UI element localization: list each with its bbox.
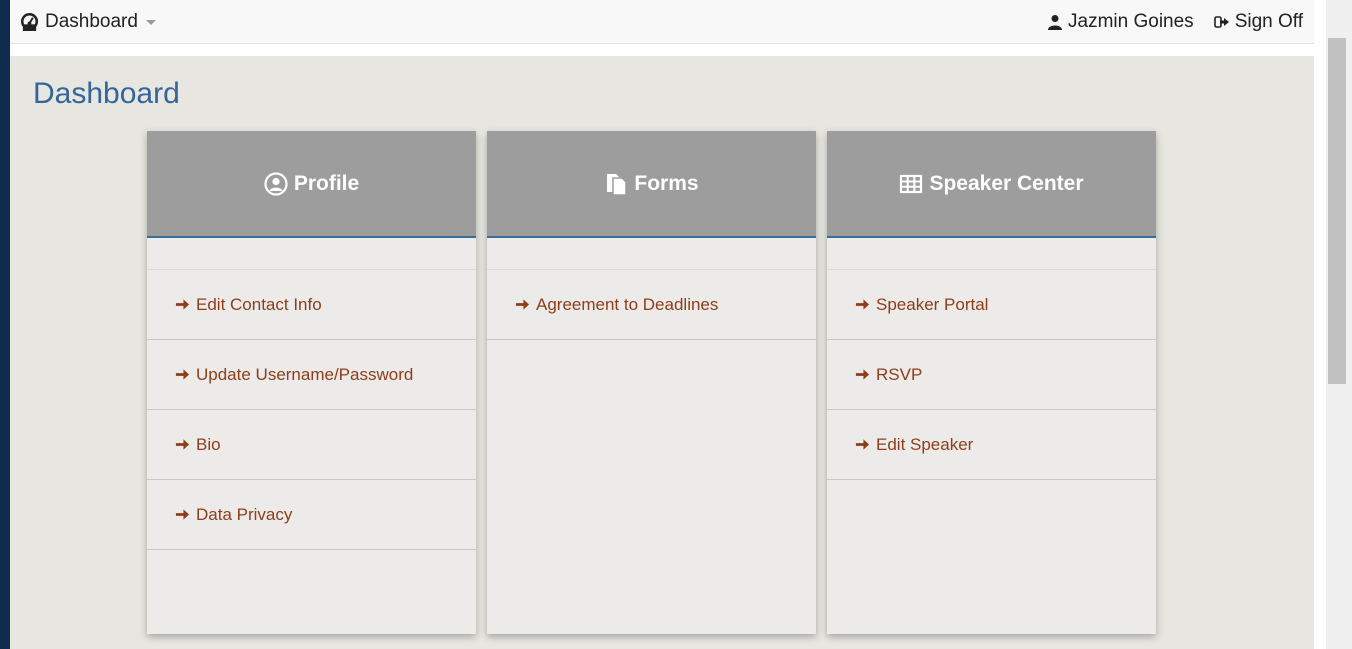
forms-card: Forms Agreement to Deadlines [487,131,816,634]
list-item-label: Agreement to Deadlines [536,294,719,314]
arrow-right-icon [175,299,190,310]
dashboard-gauge-icon [20,12,39,31]
forms-card-header: Forms [487,131,816,238]
profile-card-title: Profile [293,171,360,195]
bio-link[interactable]: Bio [147,410,476,480]
scrollbar-thumb[interactable] [1328,38,1346,384]
user-profile-link[interactable]: Jazmin Goines [1047,11,1194,33]
agreement-to-deadlines-link[interactable]: Agreement to Deadlines [487,270,816,340]
speaker-center-card-header: Speaker Center [827,131,1156,238]
speaker-portal-link[interactable]: Speaker Portal [827,270,1156,340]
list-item-label: Bio [196,434,221,454]
sign-off-link[interactable]: Sign Off [1213,10,1303,33]
list-item-label: Edit Contact Info [196,294,322,314]
edit-contact-info-link[interactable]: Edit Contact Info [147,270,476,340]
arrow-right-icon [515,299,530,310]
chevron-down-icon [145,20,156,25]
edit-speaker-link[interactable]: Edit Speaker [827,410,1156,480]
page-title: Dashboard [33,77,180,110]
arrow-right-icon [855,369,870,380]
list-item-label: Speaker Portal [876,294,989,314]
arrow-right-icon [175,439,190,450]
list-item-label: RSVP [876,364,923,384]
user-name: Jazmin Goines [1068,10,1194,32]
speaker-center-card: Speaker Center Speaker Portal RSVP Edit … [827,131,1156,634]
data-privacy-link[interactable]: Data Privacy [147,480,476,550]
list-item-label: Data Privacy [196,504,293,524]
arrow-right-icon [855,299,870,310]
update-username-password-link[interactable]: Update Username/Password [147,340,476,410]
user-icon [1048,14,1063,30]
forms-card-title: Forms [634,171,699,195]
main-content: Dashboard Profile Edit Contact Info Upda… [10,56,1314,649]
sign-off-label: Sign Off [1234,10,1303,32]
speaker-center-card-title: Speaker Center [929,171,1084,195]
profile-card: Profile Edit Contact Info Update Usernam… [147,131,476,634]
top-navbar: Dashboard Jazmin Goines Sign Off [10,0,1314,44]
vertical-scrollbar[interactable] [1326,0,1352,649]
table-icon [900,174,923,193]
arrow-right-icon [855,439,870,450]
rsvp-link[interactable]: RSVP [827,340,1156,410]
arrow-right-icon [175,369,190,380]
copy-icon [607,173,628,196]
dashboard-menu-label: Dashboard [45,10,138,32]
user-circle-icon [264,171,288,196]
list-item-label: Update Username/Password [196,364,414,384]
sign-out-icon [1213,15,1229,28]
dashboard-menu-toggle[interactable]: Dashboard [20,11,156,33]
arrow-right-icon [175,509,190,520]
browser-page: Dashboard Jazmin Goines Sign Off Dashboa… [10,0,1352,649]
profile-card-header: Profile [147,131,476,238]
list-item-label: Edit Speaker [876,434,974,454]
